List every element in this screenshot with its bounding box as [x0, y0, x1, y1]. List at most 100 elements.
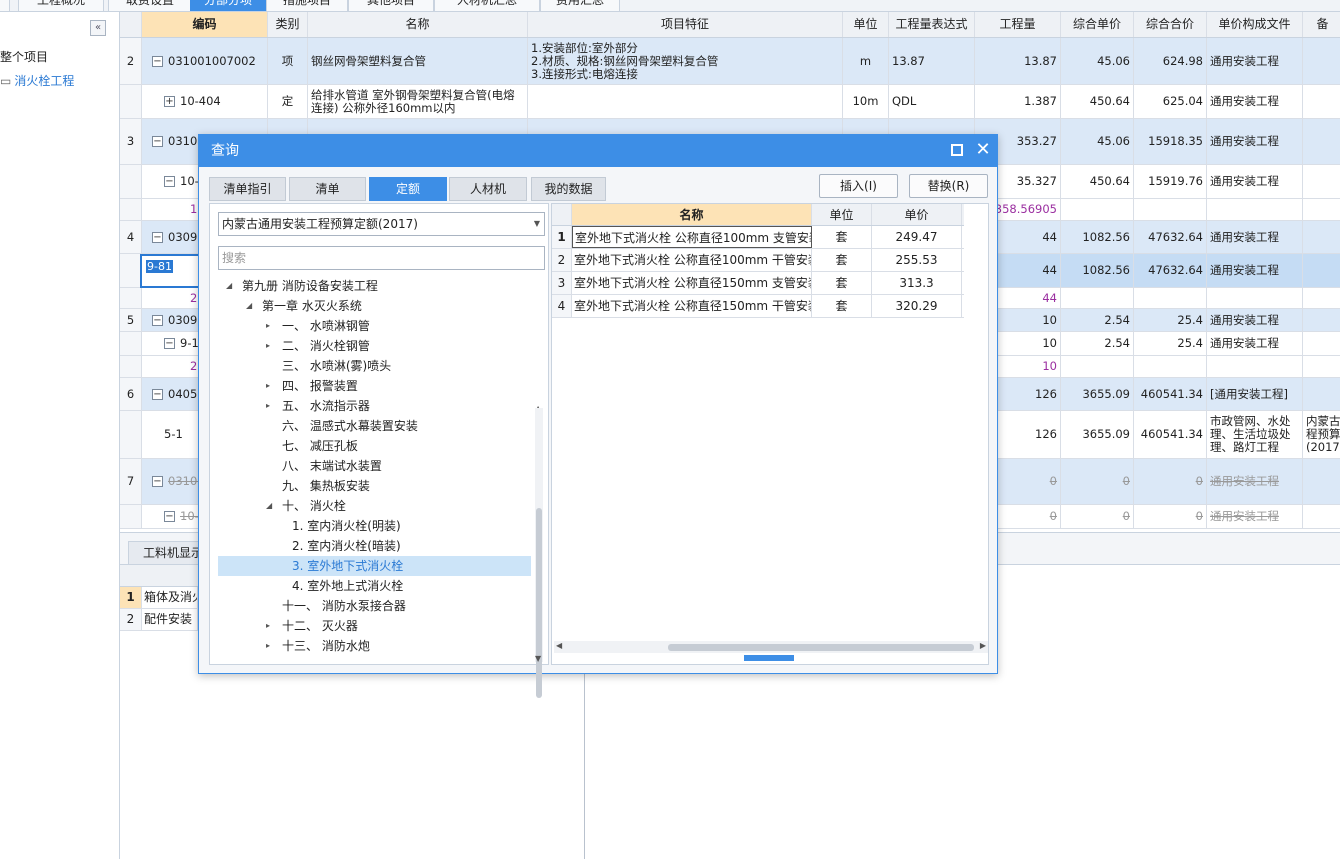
top-tab-7[interactable]: 费用汇总	[540, 0, 620, 11]
tree-scroll-thumb[interactable]	[536, 508, 542, 698]
cell-uprice[interactable]: 1082.56	[1061, 221, 1134, 253]
grid-header-cell[interactable]: 类别	[268, 12, 308, 37]
cell-file[interactable]	[1207, 356, 1303, 377]
cell-total[interactable]: 25.4	[1134, 332, 1207, 355]
table-row[interactable]: 2 −031001007002 项 钢丝网骨架塑料复合管 1.安装部位:室外部分 2.材…	[120, 38, 1340, 85]
result-cell-name[interactable]: 室外地下式消火栓 公称直径100mm 支管安装	[572, 226, 812, 248]
grid-header-cell[interactable]: 单价构成文件	[1207, 12, 1303, 37]
collapse-icon[interactable]: −	[152, 314, 163, 326]
cell-note[interactable]	[1303, 332, 1340, 355]
cell-uprice[interactable]	[1061, 199, 1134, 220]
cell-uprice[interactable]: 0	[1061, 459, 1134, 504]
cell-total[interactable]: 47632.64	[1134, 221, 1207, 253]
expand-handle[interactable]	[744, 655, 794, 661]
grid-header-cell[interactable]: 单位	[843, 12, 889, 37]
tree-scrollbar[interactable]	[535, 408, 543, 698]
result-row[interactable]: 2 室外地下式消火栓 公称直径100mm 干管安装套 255.53	[552, 249, 964, 272]
cell-uprice[interactable]: 45.06	[1061, 38, 1134, 84]
cell-file[interactable]: 通用安装工程	[1207, 119, 1303, 164]
cell-code[interactable]: −031001007002	[142, 38, 268, 84]
cell-total[interactable]: 625.04	[1134, 85, 1207, 118]
replace-button[interactable]: 替换(R)	[909, 174, 988, 198]
insert-button[interactable]: 插入(I)	[819, 174, 898, 198]
cell-total[interactable]: 0	[1134, 505, 1207, 528]
cell-name[interactable]: 给排水管道 室外钢骨架塑料复合管(电熔连接) 公称外径160mm以内	[308, 85, 528, 118]
dialog-tab-2[interactable]: 定额	[369, 177, 447, 201]
cell-total[interactable]: 15919.76	[1134, 165, 1207, 198]
cell-type[interactable]: 定	[268, 85, 308, 118]
cell-uprice[interactable]: 3655.09	[1061, 411, 1134, 458]
cell-code[interactable]: +10-404	[142, 85, 268, 118]
result-cell-price[interactable]: 249.47	[872, 226, 962, 248]
dialog-tab-3[interactable]: 人材机	[449, 177, 527, 201]
cell-note[interactable]	[1303, 309, 1340, 331]
tree-node[interactable]: 六、 温感式水幕装置安装	[218, 416, 531, 436]
result-row[interactable]: 4 室外地下式消火栓 公称直径150mm 干管安装套 320.29	[552, 295, 964, 318]
cell-uprice[interactable]	[1061, 288, 1134, 308]
result-cell-name[interactable]: 室外地下式消火栓 公称直径150mm 支管安装	[572, 272, 812, 294]
cell-total[interactable]: 460541.34	[1134, 411, 1207, 458]
scroll-left-icon[interactable]: ◀	[556, 641, 562, 650]
result-cell-price[interactable]: 255.53	[872, 249, 962, 271]
quota-library-select[interactable]: 内蒙古通用安装工程预算定额(2017) ▼	[218, 212, 545, 236]
cell-feature[interactable]: 1.安装部位:室外部分 2.材质、规格:钢丝网骨架塑料复合管 3.连接形式:电熔…	[528, 38, 843, 84]
cell-note[interactable]	[1303, 221, 1340, 253]
tree-node[interactable]: ▸ 十三、 消防水炮	[218, 636, 531, 656]
cell-note[interactable]	[1303, 459, 1340, 504]
result-header-cell[interactable]: 单位	[812, 204, 872, 225]
cell-file[interactable]: 通用安装工程	[1207, 309, 1303, 331]
cell-note[interactable]	[1303, 165, 1340, 198]
collapse-icon[interactable]: −	[164, 338, 175, 349]
collapsed-arrow-icon[interactable]: ▸	[266, 376, 270, 396]
result-cell-name[interactable]: 室外地下式消火栓 公称直径150mm 干管安装	[572, 295, 812, 317]
collapse-icon[interactable]: −	[152, 388, 163, 400]
result-cell-unit[interactable]: 套	[812, 226, 872, 248]
cell-note[interactable]	[1303, 378, 1340, 410]
collapsed-arrow-icon[interactable]: ▸	[266, 616, 270, 636]
dialog-tab-0[interactable]: 清单指引	[209, 177, 286, 201]
expanded-arrow-icon[interactable]: ◢	[246, 296, 252, 316]
cell-note[interactable]	[1303, 288, 1340, 308]
result-header-cell[interactable]: 名称	[572, 204, 812, 225]
cell-uprice[interactable]: 3655.09	[1061, 378, 1134, 410]
cell-file[interactable]	[1207, 288, 1303, 308]
cell-file[interactable]: 通用安装工程	[1207, 505, 1303, 528]
dialog-tab-1[interactable]: 清单	[289, 177, 366, 201]
cell-uprice[interactable]: 450.64	[1061, 85, 1134, 118]
grid-header-cell[interactable]: 备	[1303, 12, 1340, 37]
cell-total[interactable]: 25.4	[1134, 309, 1207, 331]
grid-header-cell[interactable]: 名称	[308, 12, 528, 37]
tree-node[interactable]: 3. 室外地下式消火栓	[218, 556, 531, 576]
cell-type[interactable]: 项	[268, 38, 308, 84]
cell-unit[interactable]: 10m	[843, 85, 889, 118]
tree-node[interactable]: ◢ 第一章 水灭火系统	[218, 296, 531, 316]
cell-file[interactable]: 通用安装工程	[1207, 459, 1303, 504]
cell-total[interactable]: 15918.35	[1134, 119, 1207, 164]
cell-uprice[interactable]: 2.54	[1061, 332, 1134, 355]
scroll-right-icon[interactable]: ▶	[980, 641, 986, 650]
cell-file[interactable]: 市政管网、水处理、生活垃圾处理、路灯工程	[1207, 411, 1303, 458]
result-row[interactable]: 3 室外地下式消火栓 公称直径150mm 支管安装套 313.3	[552, 272, 964, 295]
cell-name[interactable]: 钢丝网骨架塑料复合管	[308, 38, 528, 84]
collapse-icon[interactable]: −	[152, 231, 163, 243]
table-row[interactable]: +10-404 定 给排水管道 室外钢骨架塑料复合管(电熔连接) 公称外径160mm…	[120, 85, 1340, 119]
cell-file[interactable]: 通用安装工程	[1207, 254, 1303, 287]
cell-feature[interactable]	[528, 85, 843, 118]
cell-note[interactable]: 内蒙古程预算(2017)	[1303, 411, 1340, 458]
expand-icon[interactable]: +	[164, 96, 175, 107]
tree-node[interactable]: 七、 减压孔板	[218, 436, 531, 456]
tree-node[interactable]: ▸ 一、 水喷淋钢管	[218, 316, 531, 336]
cell-note[interactable]	[1303, 254, 1340, 287]
grid-header-cell[interactable]: 综合合价	[1134, 12, 1207, 37]
cell-note[interactable]	[1303, 199, 1340, 220]
tree-node[interactable]: ▸ 二、 消火栓钢管	[218, 336, 531, 356]
tree-node[interactable]: 十一、 消防水泵接合器	[218, 596, 531, 616]
project-root-node[interactable]: 整个项目	[0, 48, 48, 65]
cell-note[interactable]	[1303, 119, 1340, 164]
top-tab-2[interactable]: 取费设置	[108, 0, 192, 11]
result-cell-price[interactable]: 320.29	[872, 295, 962, 317]
cell-total[interactable]	[1134, 356, 1207, 377]
cell-note[interactable]	[1303, 356, 1340, 377]
project-item-node[interactable]: ▭ 消火栓工程	[0, 72, 74, 89]
cell-note[interactable]	[1303, 505, 1340, 528]
